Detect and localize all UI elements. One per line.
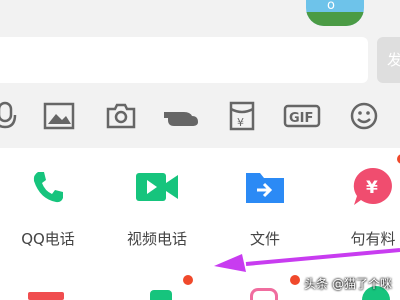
app-icon-partial-green[interactable] <box>150 290 172 300</box>
video-camera-icon <box>130 160 184 214</box>
red-packet-icon[interactable]: ¥ <box>222 96 262 136</box>
camera-icon[interactable] <box>101 96 141 136</box>
annotation-arrow <box>214 248 400 272</box>
svg-text:¥: ¥ <box>237 116 244 129</box>
avatar-mark-icon: o <box>327 0 335 13</box>
app-qq-call[interactable]: QQ电话 <box>3 160 93 249</box>
svg-text:GIF: GIF <box>289 111 313 126</box>
app-video-call[interactable]: 视频电话 <box>112 160 202 249</box>
svg-text:¥: ¥ <box>366 178 378 198</box>
gif-icon[interactable]: GIF <box>282 96 322 136</box>
message-input[interactable] <box>0 37 368 83</box>
yen-bubble-icon: ¥ <box>346 160 400 214</box>
phone-icon <box>21 160 75 214</box>
image-icon[interactable] <box>39 96 79 136</box>
app-icon-partial-red[interactable] <box>28 292 64 300</box>
poke-icon[interactable] <box>161 96 201 136</box>
app-juyouliao[interactable]: ¥ 句有料 <box>328 160 400 249</box>
app-file[interactable]: 文件 <box>220 160 310 249</box>
voice-icon[interactable] <box>0 96 26 136</box>
emoji-icon[interactable] <box>344 96 384 136</box>
app-label: QQ电话 <box>21 230 75 248</box>
avatar[interactable]: o <box>306 0 364 26</box>
avatar-grass <box>306 12 364 26</box>
folder-icon <box>238 160 292 214</box>
input-toolbar: ¥ GIF <box>0 96 400 138</box>
app-label: 视频电话 <box>126 230 187 248</box>
app-icon-partial-pink[interactable] <box>250 288 278 300</box>
notification-dot <box>290 275 300 285</box>
notification-dot <box>183 275 193 285</box>
send-button-label: 发 <box>387 51 400 69</box>
send-button[interactable]: 发 <box>377 37 400 83</box>
watermark: 头条 @猫了个咪 <box>304 277 392 291</box>
